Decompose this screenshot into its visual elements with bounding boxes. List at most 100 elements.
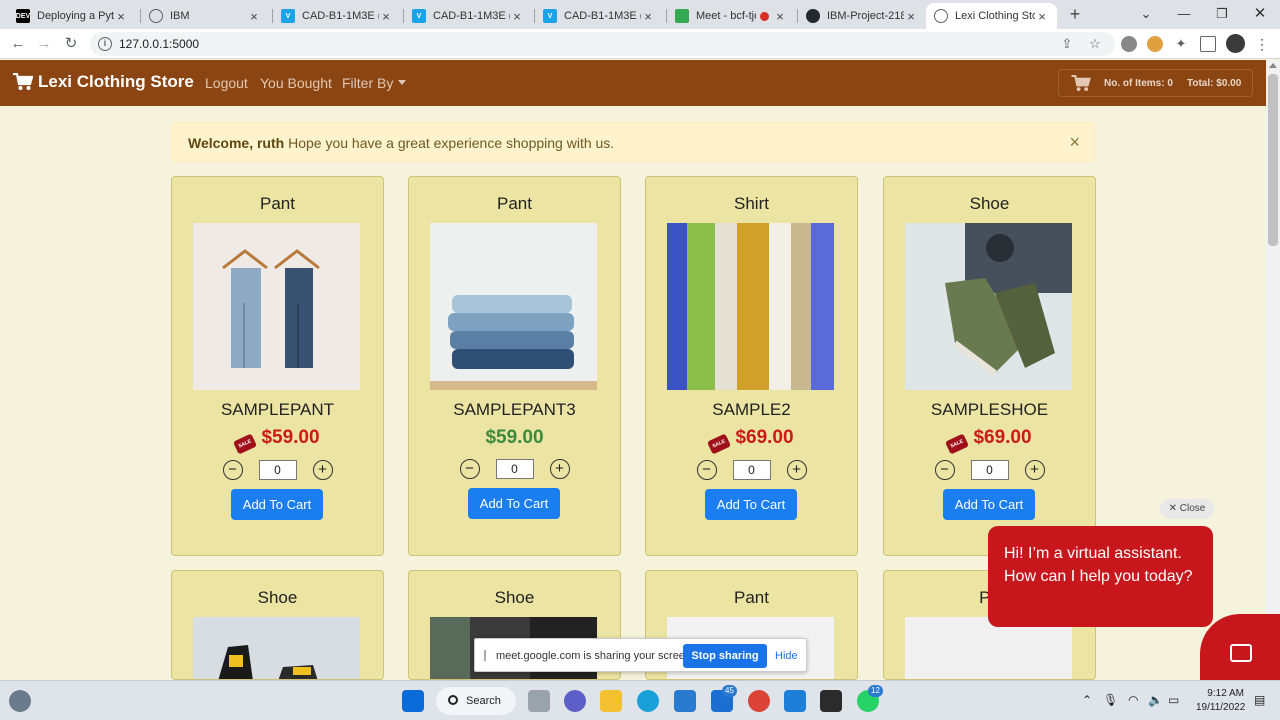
tab-title: IBM-Project-2185: [827, 10, 904, 22]
window-close-button[interactable]: ✕: [1246, 2, 1274, 26]
nav-filter-by[interactable]: Filter By: [342, 75, 407, 91]
tab-cad-2[interactable]: V CAD-B1-1M3E (M ×: [404, 3, 532, 29]
info-icon[interactable]: i: [98, 37, 112, 51]
nav-logout[interactable]: Logout: [205, 75, 248, 91]
nav-you-bought[interactable]: You Bought: [260, 75, 332, 91]
vscode-icon[interactable]: [784, 690, 806, 712]
side-panel-icon[interactable]: [1200, 36, 1216, 52]
tab-cad-3[interactable]: V CAD-B1-1M3E (M ×: [535, 3, 663, 29]
terminal-icon[interactable]: [820, 690, 842, 712]
maximize-button[interactable]: ❐: [1208, 2, 1236, 26]
tab-search-icon[interactable]: ⌄: [1132, 2, 1160, 26]
decrease-quantity-button[interactable]: −: [934, 460, 955, 480]
product-name: SAMPLEPANT3: [453, 400, 576, 419]
task-view-icon[interactable]: [528, 690, 550, 712]
profile-avatar[interactable]: [1226, 34, 1245, 53]
menu-kebab-icon[interactable]: ⋮: [1254, 36, 1270, 52]
increase-quantity-button[interactable]: +: [312, 460, 333, 480]
close-icon[interactable]: ×: [904, 9, 918, 24]
scroll-up-icon[interactable]: [1269, 63, 1277, 68]
decrease-quantity-button[interactable]: −: [696, 460, 717, 480]
close-icon[interactable]: ×: [114, 9, 128, 24]
tab-cad-1[interactable]: V CAD-B1-1M3E (Ec ×: [273, 3, 401, 29]
volume-icon[interactable]: 🔈: [1148, 693, 1163, 707]
close-icon[interactable]: ×: [510, 9, 524, 24]
brand-link[interactable]: Lexi Clothing Store: [13, 72, 194, 92]
sale-tag-icon: SALE: [945, 433, 970, 455]
scrollbar-thumb[interactable]: [1268, 74, 1278, 246]
tab-github[interactable]: IBM-Project-2185 ×: [798, 3, 926, 29]
bookmark-star-icon[interactable]: ☆: [1086, 35, 1104, 53]
chat-teams-icon[interactable]: [564, 690, 586, 712]
new-tab-button[interactable]: +: [1064, 4, 1086, 26]
product-card: Shirt SAMPLE2 SALE$69.00 − + Add To Cart: [645, 176, 858, 556]
close-icon[interactable]: ×: [379, 9, 393, 24]
add-to-cart-button[interactable]: Add To Cart: [943, 489, 1035, 520]
cart-summary[interactable]: No. of Items: 0 Total: $0.00: [1058, 69, 1253, 97]
tab-meet[interactable]: Meet - bcf-tjo ×: [667, 3, 795, 29]
product-card: Shoe: [171, 570, 384, 680]
microphone-icon[interactable]: 🎙: [1103, 693, 1118, 707]
file-explorer-icon[interactable]: [600, 690, 622, 712]
increase-quantity-button[interactable]: +: [549, 459, 570, 479]
v-icon: V: [281, 9, 295, 23]
address-bar[interactable]: i 127.0.0.1:5000 ⇪ ☆: [90, 32, 1115, 56]
close-icon[interactable]: ×: [773, 9, 787, 24]
store-icon[interactable]: [674, 690, 696, 712]
product-price: $59.00: [485, 427, 544, 448]
extension-icon[interactable]: [1121, 36, 1137, 52]
chrome-icon[interactable]: [748, 690, 770, 712]
quantity-input[interactable]: [970, 460, 1009, 480]
decrease-quantity-button[interactable]: −: [222, 460, 243, 480]
meet-icon: [675, 9, 689, 23]
v-icon: V: [543, 9, 557, 23]
tab-lexi-active[interactable]: Lexi Clothing Stor ×: [926, 3, 1057, 29]
product-name: SAMPLEPANT: [220, 400, 335, 419]
close-icon[interactable]: ×: [1035, 9, 1049, 24]
increase-quantity-button[interactable]: +: [1024, 460, 1045, 480]
windows-taskbar: Search 45 12 ⌃ 🎙 ◠ 🔈 ▭ 9:12 AM 19/11/202…: [0, 680, 1280, 720]
wifi-icon[interactable]: ◠: [1128, 693, 1138, 707]
product-price: SALE $59.00: [172, 427, 383, 455]
puzzle-extensions-icon[interactable]: ✦: [1173, 36, 1189, 52]
weather-icon[interactable]: [9, 690, 31, 712]
notifications-icon[interactable]: ▤: [1254, 693, 1265, 707]
reload-button[interactable]: ↻: [60, 33, 82, 55]
add-to-cart-button[interactable]: Add To Cart: [468, 488, 560, 519]
back-button[interactable]: ←: [7, 33, 29, 55]
tray-chevron-up-icon[interactable]: ⌃: [1082, 693, 1092, 707]
add-to-cart-button[interactable]: Add To Cart: [231, 489, 323, 520]
tab-ibm[interactable]: IBM ×: [141, 3, 269, 29]
drag-handle-icon[interactable]: [484, 650, 486, 661]
price-value: $69.00: [973, 427, 1032, 448]
quantity-input[interactable]: [258, 460, 297, 480]
hide-button[interactable]: Hide: [775, 650, 798, 662]
url-text[interactable]: 127.0.0.1:5000: [119, 37, 199, 51]
close-icon[interactable]: ×: [1069, 132, 1080, 153]
quantity-input[interactable]: [495, 459, 534, 479]
stop-sharing-button[interactable]: Stop sharing: [683, 644, 767, 668]
minimize-button[interactable]: —: [1170, 2, 1198, 26]
product-image: [667, 223, 834, 390]
battery-icon[interactable]: ▭: [1168, 693, 1179, 707]
screen-share-bar: meet.google.com is sharing your screen. …: [474, 638, 807, 672]
chat-close-button[interactable]: ✕ Close: [1160, 499, 1214, 519]
decrease-quantity-button[interactable]: −: [459, 459, 480, 479]
tab-title: CAD-B1-1M3E (M: [433, 10, 510, 22]
taskbar-search[interactable]: Search: [436, 687, 516, 715]
share-icon[interactable]: ⇪: [1058, 35, 1076, 53]
alert-text: Hope you have a great experience shoppin…: [288, 135, 615, 151]
forward-button[interactable]: →: [33, 33, 55, 55]
close-icon[interactable]: ×: [641, 9, 655, 24]
increase-quantity-button[interactable]: +: [786, 460, 807, 480]
edge-icon[interactable]: [637, 690, 659, 712]
cookie-extension-icon[interactable]: [1147, 36, 1163, 52]
add-to-cart-button[interactable]: Add To Cart: [705, 489, 797, 520]
tab-deploying[interactable]: DEV Deploying a Pytho ×: [8, 3, 136, 29]
close-icon[interactable]: ×: [247, 9, 261, 24]
taskbar-clock[interactable]: 9:12 AM 19/11/2022: [1196, 687, 1245, 715]
quantity-input[interactable]: [732, 460, 771, 480]
cart-total: Total: $0.00: [1187, 78, 1242, 89]
chat-greeting-bubble[interactable]: Hi! I’m a virtual assistant. How can I h…: [988, 526, 1213, 627]
windows-start-icon[interactable]: [402, 690, 424, 712]
